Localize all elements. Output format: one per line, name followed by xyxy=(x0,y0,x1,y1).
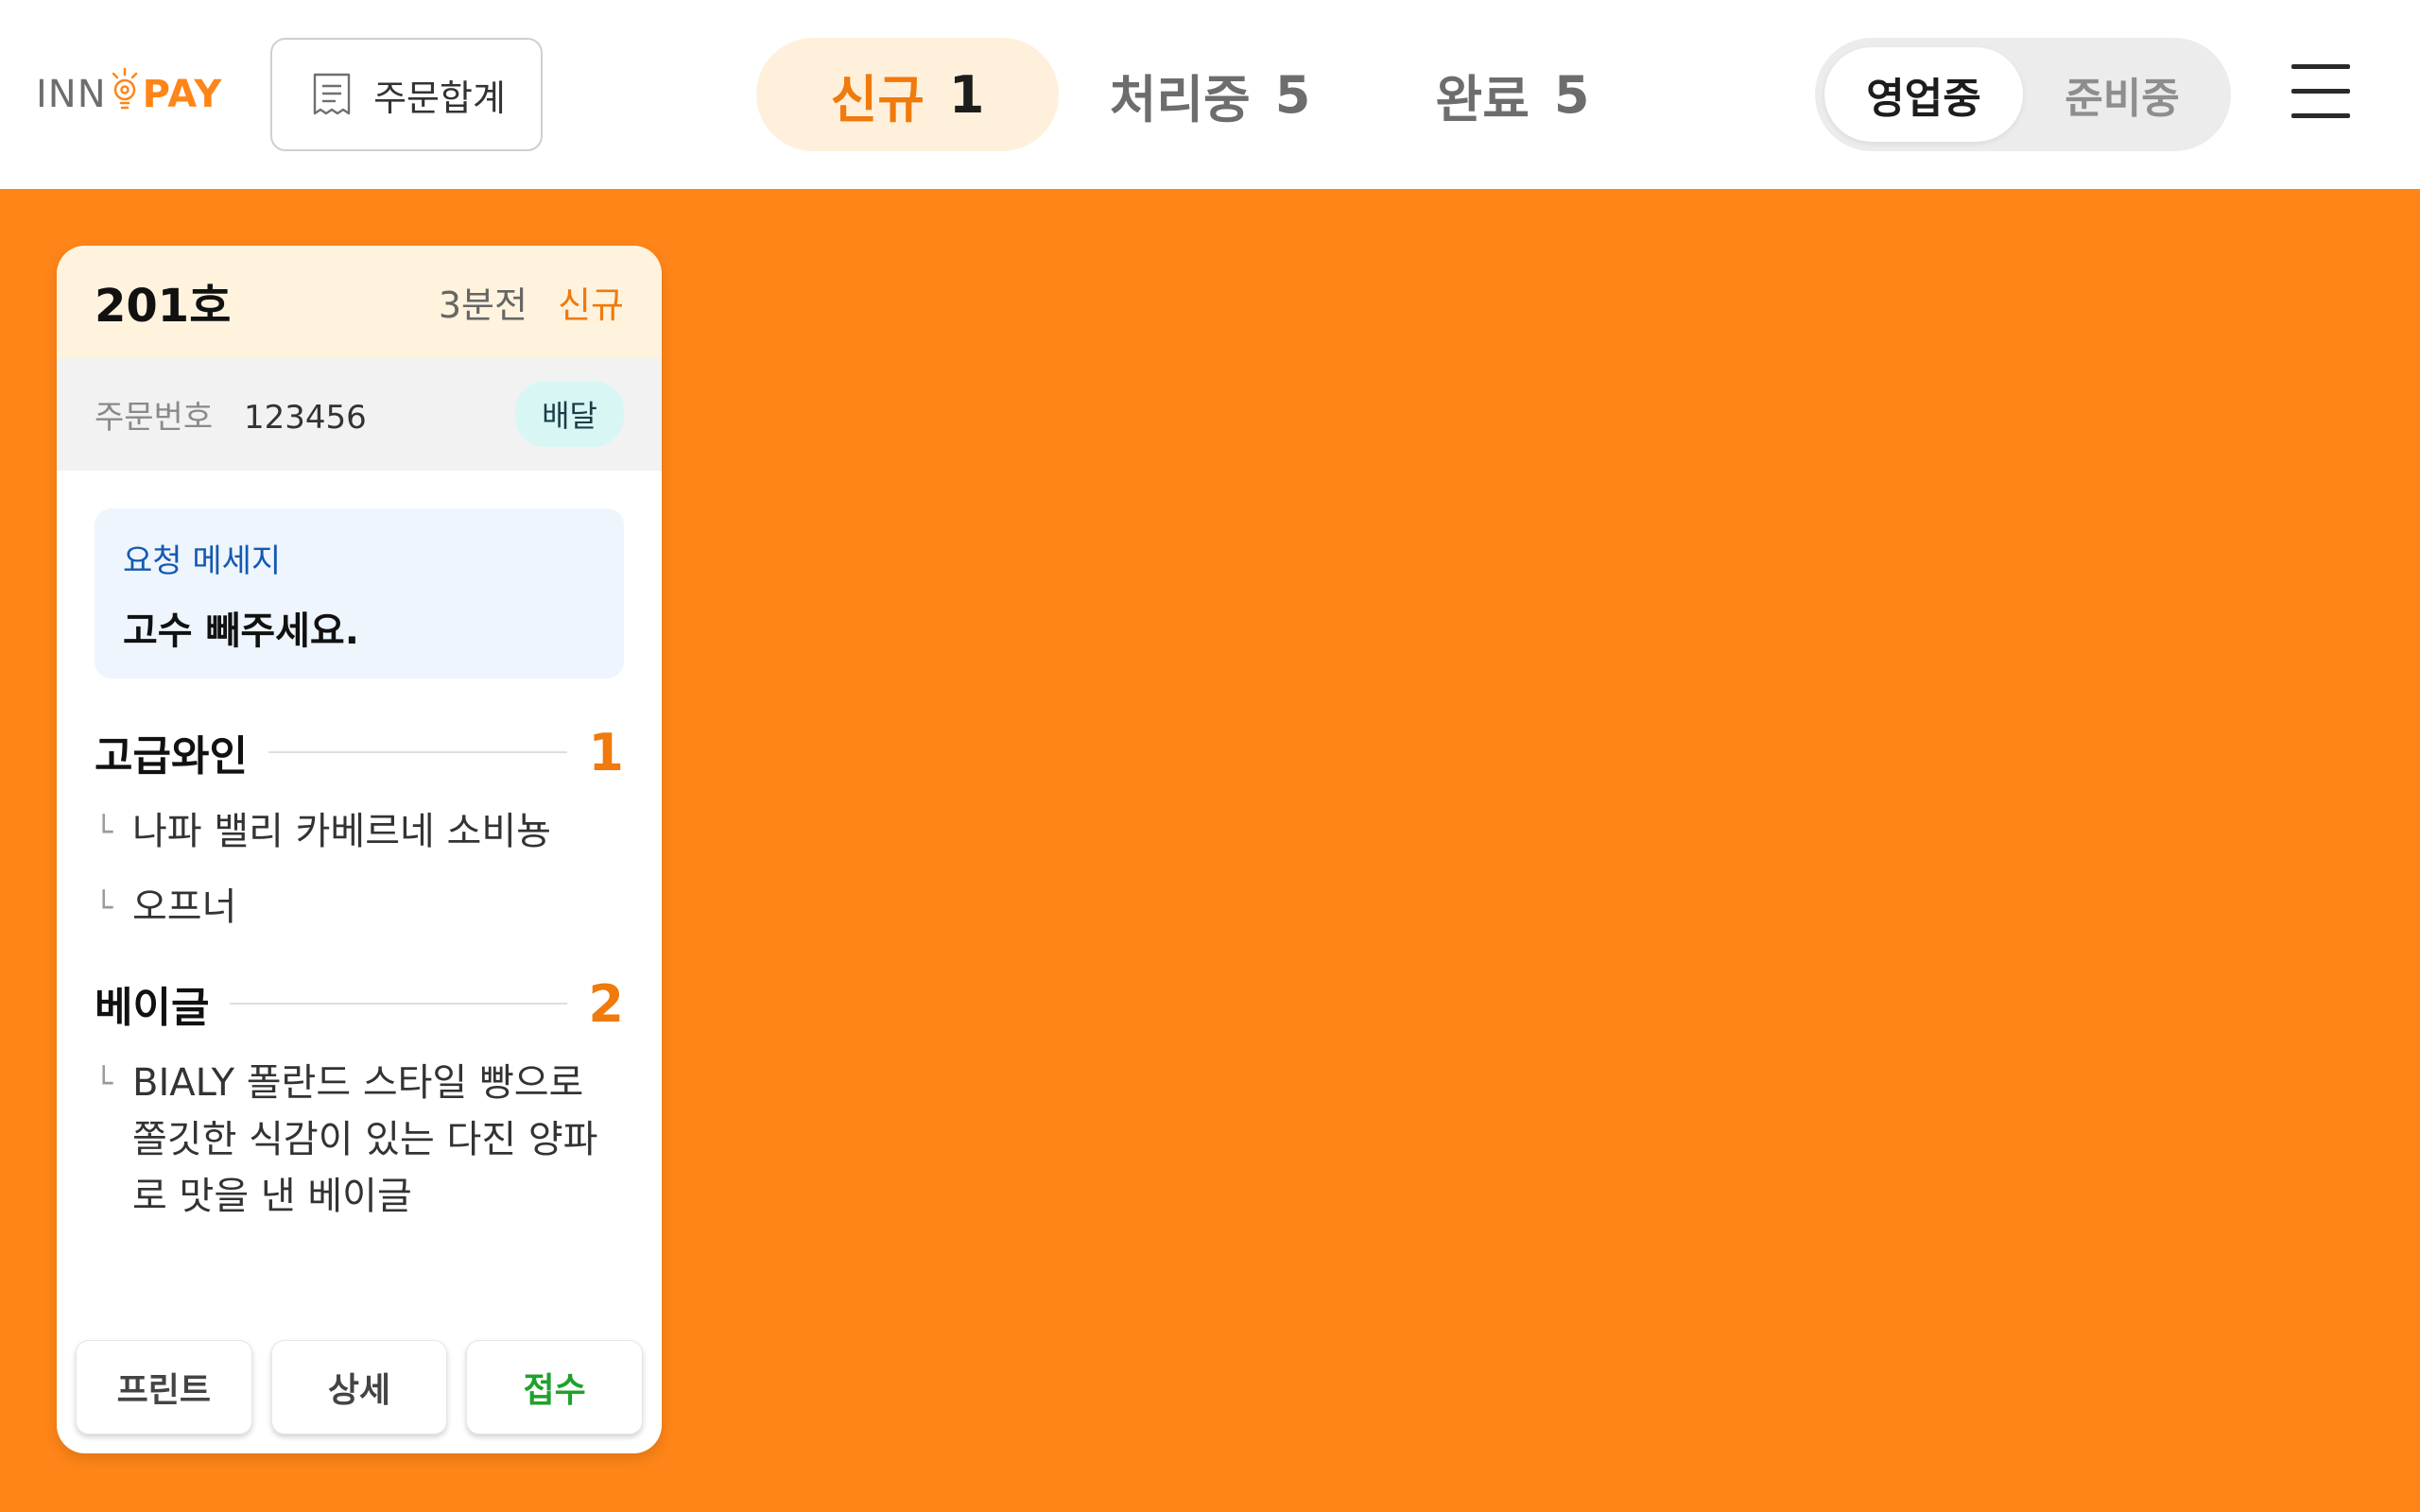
divider xyxy=(268,751,568,753)
detail-button[interactable]: 상세 xyxy=(270,1340,448,1435)
item-name: 고급와인 xyxy=(95,732,248,781)
accept-button[interactable]: 접수 xyxy=(466,1340,644,1435)
order-card-header: 201호 3분전 신규 xyxy=(57,246,662,357)
order-item: 고급와인 1 └ 나파 밸리 카베르네 소비뇽 └ 오프너 xyxy=(95,722,624,936)
item-option: └ 나파 밸리 카베르네 소비뇽 xyxy=(95,803,624,860)
receipt-icon xyxy=(313,73,351,115)
item-quantity: 2 xyxy=(588,973,624,1034)
status-open-button[interactable]: 영업중 xyxy=(1824,47,2023,142)
order-info-row: 주문번호 123456 배달 xyxy=(57,357,662,471)
order-number-label: 주문번호 xyxy=(95,398,214,437)
request-message-box: 요청 메세지 고수 빼주세요. xyxy=(95,508,624,679)
time-ago: 3분전 xyxy=(438,284,527,326)
item-name: 베이글 xyxy=(95,984,210,1032)
lightbulb-icon xyxy=(109,67,141,122)
order-item: 베이글 2 └ BIALY 폴란드 스타일 빵으로 쫄깃한 식감이 있는 다진 … xyxy=(95,973,624,1225)
order-sum-label: 주문합계 xyxy=(373,77,506,119)
branch-icon: └ xyxy=(95,1065,113,1101)
hamburger-menu-icon[interactable] xyxy=(2291,60,2354,123)
tab-new[interactable]: 신규 1 xyxy=(756,38,1059,151)
request-title: 요청 메세지 xyxy=(123,542,282,580)
top-bar: INN PAY 주문합계 신규 1 처리중 5 완료 5 영업중 준비중 xyxy=(0,0,2420,189)
branch-icon: └ xyxy=(95,814,113,850)
tab-processing[interactable]: 처리중 5 xyxy=(1059,38,1361,151)
order-sum-button[interactable]: 주문합계 xyxy=(270,38,543,151)
divider xyxy=(230,1003,568,1005)
branch-icon: └ xyxy=(95,889,113,925)
delivery-badge: 배달 xyxy=(515,381,624,447)
innopay-logo: INN PAY xyxy=(36,59,234,130)
order-actions: 프린트 상세 접수 xyxy=(76,1340,644,1435)
order-status-tabs: 신규 1 처리중 5 완료 5 xyxy=(756,38,1664,151)
order-number: 123456 xyxy=(243,398,367,437)
request-message: 고수 빼주세요. xyxy=(123,610,359,653)
print-button[interactable]: 프린트 xyxy=(76,1340,252,1435)
store-status-toggle: 영업중 준비중 xyxy=(1815,38,2231,151)
room-number: 201호 xyxy=(95,280,232,333)
order-state: 신규 xyxy=(558,284,624,326)
item-quantity: 1 xyxy=(588,722,624,782)
item-option: └ BIALY 폴란드 스타일 빵으로 쫄깃한 식감이 있는 다진 양파로 맛을… xyxy=(95,1055,624,1225)
order-card[interactable]: 201호 3분전 신규 주문번호 123456 배달 요청 메세지 고수 빼주세… xyxy=(57,246,662,1453)
tab-completed[interactable]: 완료 5 xyxy=(1361,38,1664,151)
status-preparing-button[interactable]: 준비중 xyxy=(2023,47,2221,142)
item-option: └ 오프너 xyxy=(95,879,624,936)
